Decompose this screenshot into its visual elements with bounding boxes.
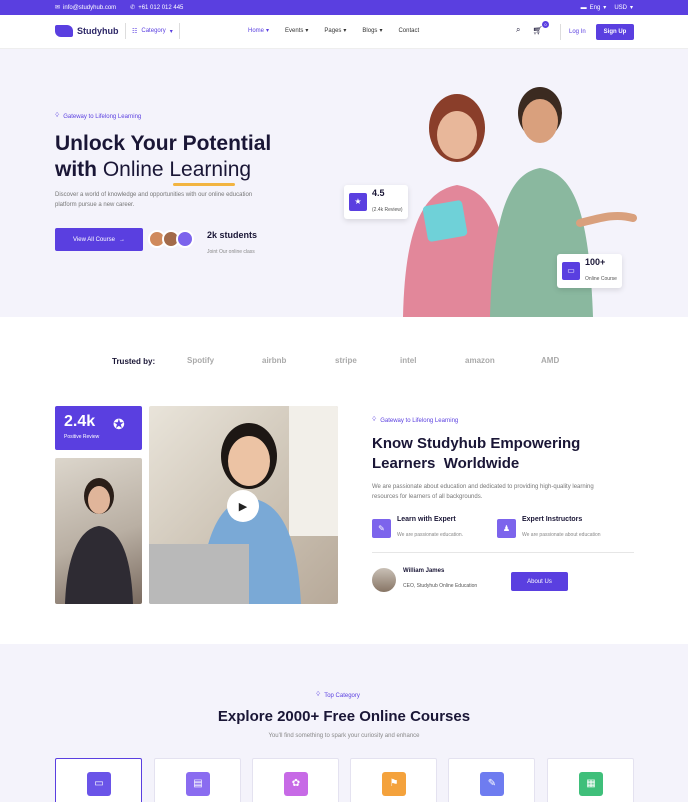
hero-description: Discover a world of knowledge and opport…: [55, 192, 253, 208]
phone-icon: ✆: [130, 5, 136, 11]
cart-badge: 0: [542, 21, 549, 28]
about-title: Know Studyhub Empowering Learners Worldw…: [372, 435, 581, 472]
nav-menu: Home ▾ Events ▾ Pages ▾ Blogs ▾ Contact: [248, 27, 419, 35]
category-dropdown[interactable]: ☷ Category ▾: [125, 23, 180, 39]
chevron-down-icon: ▾: [343, 28, 347, 34]
hero-title: Unlock Your Potential with Online Learni…: [55, 131, 271, 186]
bulb-icon: 💡︎: [55, 113, 60, 119]
monitor-icon: ▭: [562, 262, 580, 280]
email-contact[interactable]: ✉ info@studyhub.com: [55, 4, 116, 12]
view-all-course-button[interactable]: View All Course →: [55, 228, 143, 251]
nav-item-blogs[interactable]: Blogs ▾: [362, 27, 383, 35]
nav-item-pages[interactable]: Pages ▾: [324, 27, 347, 35]
signup-button[interactable]: Sign Up: [596, 24, 634, 40]
category-card[interactable]: ▦: [547, 758, 634, 802]
category-card[interactable]: ▭: [55, 758, 142, 802]
category-title: Explore 2000+ Free Online Courses: [217, 708, 471, 725]
category-icon: ▦: [579, 772, 603, 796]
logo[interactable]: Studyhub: [55, 25, 119, 37]
brand-logo: stripe: [335, 356, 357, 365]
video-thumbnail[interactable]: ▶: [149, 406, 338, 604]
chevron-down-icon: ▾: [603, 5, 607, 11]
trusted-label: Trusted by:: [112, 357, 156, 366]
student-avatars: [148, 230, 194, 248]
nav-item-contact[interactable]: Contact: [398, 27, 419, 34]
category-icon: ▤: [186, 772, 210, 796]
ceo-info: William James CEO, Studyhub Online Educat…: [372, 568, 477, 592]
category-icon: ▭: [87, 772, 111, 796]
cart-icon[interactable]: 🛒︎: [532, 26, 542, 35]
students-info: 2k students Joint Our online class: [207, 230, 258, 255]
teacher-icon: ✎: [372, 519, 391, 538]
avatar: [176, 230, 194, 248]
bulb-icon: 💡︎: [316, 692, 321, 698]
grid-icon: ☷: [132, 28, 138, 35]
nav-icons: ⌕ 🛒︎ 0: [516, 21, 549, 35]
courses-card: ▭ 100+ Online Course: [557, 254, 622, 288]
currency-select[interactable]: USD ▾: [614, 4, 633, 12]
category-icon: ✿: [284, 772, 308, 796]
search-icon[interactable]: ⌕: [516, 25, 520, 35]
brand-logo: Spotify: [187, 356, 215, 365]
divider: [372, 552, 634, 553]
category-card[interactable]: ✿: [252, 758, 339, 802]
avatar: [372, 568, 396, 592]
category-icon: ⚑: [382, 772, 406, 796]
category-card[interactable]: ▤: [154, 758, 241, 802]
chevron-down-icon: ▾: [629, 5, 633, 11]
chevron-down-icon: ▾: [305, 28, 309, 34]
student-photo: [55, 458, 142, 604]
review-stat-card: 2.4k Positive Review ✪: [55, 406, 142, 450]
play-icon: ▶: [238, 500, 248, 513]
title-underline: [173, 183, 235, 186]
language-select[interactable]: ▬ Eng ▾: [580, 4, 607, 12]
about-us-button[interactable]: About Us: [511, 572, 568, 591]
category-card[interactable]: ✎: [448, 758, 535, 802]
arrow-right-icon: →: [118, 236, 125, 243]
rating-card: ★ 4.5 (2.4k Review): [344, 185, 408, 219]
brand-logo: amazon: [465, 356, 495, 365]
feature-learn-expert: ✎ Learn with Expert We are passionate edu…: [372, 516, 463, 541]
bulb-icon: 💡︎: [372, 417, 377, 423]
feature-expert-instructors: ♟ Expert Instructors We are passionate ab…: [497, 516, 601, 541]
nav-item-home[interactable]: Home ▾: [248, 27, 270, 35]
logo-icon: [55, 25, 73, 37]
category-subtitle: You'll find something to spark your curi…: [268, 733, 420, 739]
main-nav: Studyhub ☷ Category ▾ Home ▾ Events ▾ Page…: [0, 15, 688, 49]
about-tagline: 💡︎ Gateway to Lifelong Learning: [372, 417, 459, 424]
chevron-down-icon: ▾: [379, 28, 383, 34]
about-description: We are passionate about education and de…: [372, 484, 594, 500]
category-card[interactable]: ⚑: [350, 758, 437, 802]
phone-contact[interactable]: ✆ +61 012 012 445: [130, 4, 183, 12]
hero-section: 💡︎ Gateway to Lifelong Learning Unlock Yo…: [0, 49, 688, 317]
brand-logo: intel: [400, 356, 417, 365]
brand-logo: AMD: [541, 356, 560, 365]
category-icon: ✎: [480, 772, 504, 796]
brand-logo: airbnb: [262, 356, 287, 365]
chevron-down-icon: ▾: [169, 28, 173, 35]
mail-icon: ✉: [55, 5, 61, 11]
instructor-icon: ♟: [497, 519, 516, 538]
login-link[interactable]: Log In: [560, 24, 586, 40]
trophy-icon: ★: [349, 193, 367, 211]
category-tagline: 💡︎ Top Category: [316, 692, 360, 699]
chevron-down-icon: ▾: [266, 28, 270, 34]
nav-item-events[interactable]: Events ▾: [285, 27, 309, 35]
hero-tagline: 💡︎ Gateway to Lifelong Learning: [55, 113, 142, 120]
play-button[interactable]: ▶: [227, 490, 259, 522]
award-icon: ✪: [113, 416, 125, 432]
top-bar: ✉ info@studyhub.com ✆ +61 012 012 445 ▬ Eng…: [0, 0, 688, 15]
flag-icon: ▬: [580, 4, 587, 11]
